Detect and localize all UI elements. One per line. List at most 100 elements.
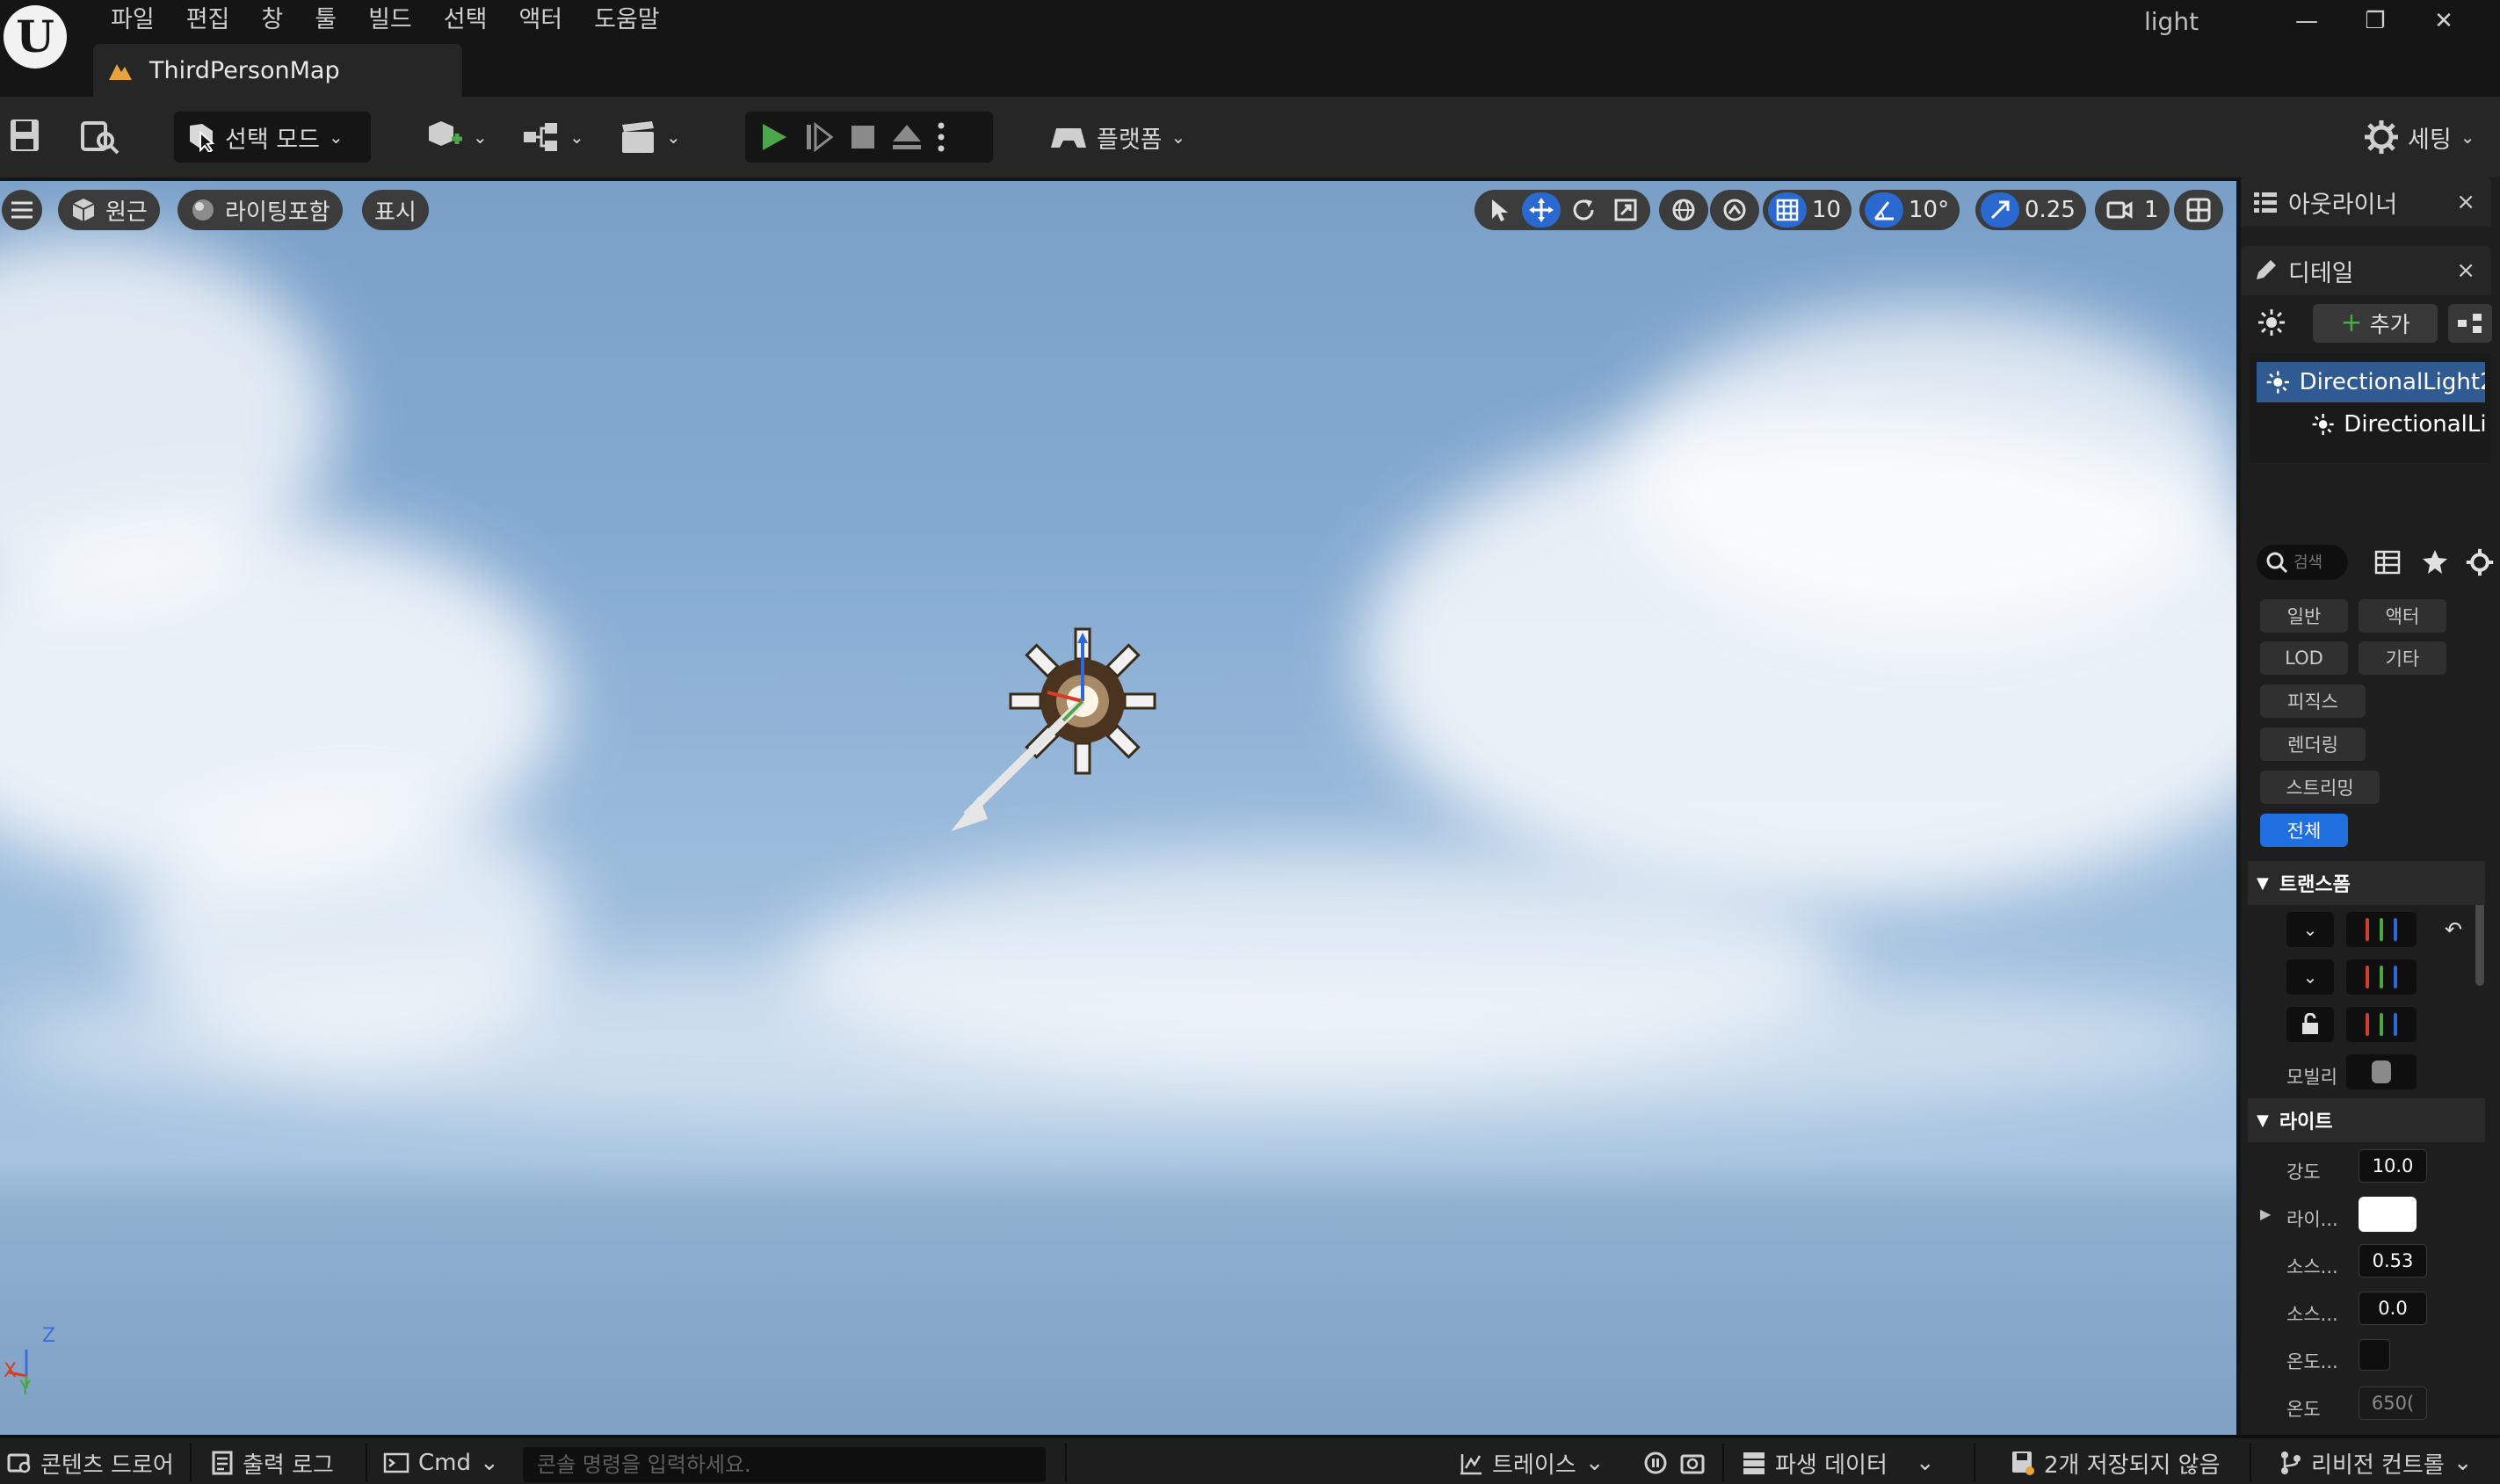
menu-build[interactable]: 빌드 bbox=[352, 0, 428, 44]
revision-control-dropdown[interactable]: 리비전 컨트롤 ⌄ bbox=[2272, 1442, 2480, 1484]
outliner-close-button[interactable]: × bbox=[2456, 189, 2475, 215]
location-xyz-fields[interactable] bbox=[2346, 912, 2417, 947]
console-command-input[interactable] bbox=[523, 1447, 1046, 1482]
screenshot-button[interactable] bbox=[1673, 1442, 1712, 1484]
blueprint-dropdown[interactable]: ⌄ bbox=[510, 112, 597, 163]
menu-file[interactable]: 파일 bbox=[95, 0, 170, 44]
translate-tool-button[interactable] bbox=[1522, 192, 1561, 228]
trace-dropdown[interactable]: 트레이스 ⌄ bbox=[1452, 1442, 1611, 1484]
world-local-toggle[interactable] bbox=[1659, 190, 1708, 230]
record-button[interactable] bbox=[1636, 1442, 1675, 1484]
camera-speed-control[interactable]: 1 bbox=[2095, 190, 2170, 230]
menu-tools[interactable]: 툴 bbox=[299, 0, 352, 44]
surface-snap-toggle[interactable] bbox=[1710, 190, 1759, 230]
unreal-logo-icon[interactable]: U bbox=[4, 5, 67, 69]
level-viewport[interactable]: 원근 라이팅포함 표시 10 10° 0.25 1 Z X Y bbox=[0, 181, 2236, 1435]
content-drawer-label: 콘텐츠 드로어 bbox=[40, 1451, 174, 1479]
scale-tool-button[interactable] bbox=[1606, 192, 1645, 228]
details-tab[interactable]: 디테일 × bbox=[2241, 246, 2491, 295]
scale-lock-toggle[interactable] bbox=[2286, 1007, 2334, 1042]
minimize-button[interactable]: — bbox=[2293, 8, 2320, 34]
star-icon[interactable] bbox=[2422, 548, 2448, 575]
filter-misc[interactable]: 기타 bbox=[2359, 641, 2446, 675]
grid-snap-control[interactable]: 10 bbox=[1763, 190, 1852, 230]
add-actor-dropdown[interactable]: ⌄ bbox=[413, 112, 500, 163]
light-color-swatch[interactable] bbox=[2359, 1197, 2417, 1232]
unsaved-assets-button[interactable]: 2개 저장되지 않음 bbox=[2004, 1442, 2228, 1484]
filter-lod[interactable]: LOD bbox=[2260, 641, 2348, 675]
filter-actor[interactable]: 액터 bbox=[2359, 599, 2446, 633]
map-tab-label: ThirdPersonMap bbox=[149, 56, 340, 84]
location-mode-dropdown[interactable]: ⌄ bbox=[2286, 912, 2334, 947]
filter-physics[interactable]: 피직스 bbox=[2260, 684, 2366, 718]
component-row-child[interactable]: DirectionalLig bbox=[2302, 404, 2487, 445]
revision-control-label: 리비전 컨트롤 bbox=[2311, 1451, 2445, 1479]
show-button[interactable]: 표시 bbox=[362, 190, 429, 230]
reset-arrow-icon[interactable]: ↶ bbox=[2445, 917, 2462, 942]
level-icon bbox=[109, 64, 132, 80]
viewport-layout-button[interactable] bbox=[2174, 190, 2223, 230]
close-window-button[interactable]: ✕ bbox=[2431, 8, 2457, 34]
grid-snap-value: 10 bbox=[1812, 197, 1842, 223]
map-tab[interactable]: ThirdPersonMap bbox=[93, 44, 462, 97]
advance-frame-icon[interactable] bbox=[803, 121, 835, 153]
select-mode-label: 선택 모드 bbox=[225, 126, 320, 154]
browse-icon[interactable] bbox=[81, 116, 120, 155]
viewport-menu-button[interactable] bbox=[2, 190, 42, 230]
more-options-icon[interactable] bbox=[937, 121, 946, 153]
select-mode-dropdown[interactable]: 선택 모드 ⌄ bbox=[174, 112, 371, 163]
platforms-label: 플랫폼 bbox=[1097, 126, 1163, 154]
rotation-mode-dropdown[interactable]: ⌄ bbox=[2286, 959, 2334, 995]
blueprint-convert-button[interactable] bbox=[2448, 304, 2492, 343]
view-mode-button[interactable]: 라이팅포함 bbox=[178, 190, 343, 230]
details-close-button[interactable]: × bbox=[2456, 257, 2475, 284]
table-view-icon[interactable] bbox=[2374, 550, 2401, 575]
intensity-field[interactable]: 10.0 bbox=[2359, 1149, 2427, 1183]
eject-icon[interactable] bbox=[891, 122, 923, 152]
search-input[interactable] bbox=[2293, 553, 2329, 572]
expand-arrow-icon[interactable]: ▶ bbox=[2260, 1205, 2271, 1222]
menu-actor[interactable]: 액터 bbox=[503, 0, 578, 44]
details-search-field[interactable] bbox=[2257, 545, 2348, 580]
output-log-button[interactable]: 출력 로그 bbox=[204, 1442, 341, 1484]
add-component-button[interactable]: + 추가 bbox=[2313, 304, 2438, 343]
settings-dropdown[interactable]: 세팅 ⌄ bbox=[2351, 112, 2487, 163]
menu-select[interactable]: 선택 bbox=[428, 0, 504, 44]
mobility-toggle[interactable] bbox=[2346, 1054, 2417, 1089]
content-drawer-button[interactable]: 콘텐츠 드로어 bbox=[0, 1442, 181, 1484]
transform-section-header[interactable]: ▼ 트랜스폼 bbox=[2248, 861, 2485, 905]
menu-help[interactable]: 도움말 bbox=[578, 0, 676, 44]
add-actor-icon bbox=[429, 121, 462, 146]
component-row-root[interactable]: DirectionalLight2 bbox=[2257, 362, 2485, 402]
derived-data-dropdown[interactable]: 파생 데이터 ⌄ bbox=[1735, 1442, 1942, 1484]
filter-all[interactable]: 전체 bbox=[2260, 814, 2348, 847]
save-icon[interactable] bbox=[9, 118, 40, 153]
select-tool-button[interactable] bbox=[1480, 192, 1518, 228]
cinematics-dropdown[interactable]: ⌄ bbox=[606, 112, 693, 163]
gear-icon[interactable] bbox=[2466, 548, 2494, 576]
platforms-dropdown[interactable]: 플랫폼 ⌄ bbox=[1037, 112, 1198, 163]
scale-xyz-fields[interactable] bbox=[2346, 1007, 2417, 1042]
temperature-field[interactable]: 650( bbox=[2359, 1386, 2427, 1420]
menu-edit[interactable]: 편집 bbox=[170, 0, 246, 44]
play-icon[interactable] bbox=[757, 121, 789, 153]
directional-light-gizmo[interactable] bbox=[931, 603, 1186, 849]
outliner-tab[interactable]: 아웃라이너 × bbox=[2241, 177, 2491, 227]
cmd-dropdown[interactable]: Cmd ⌄ bbox=[376, 1442, 506, 1484]
stop-icon[interactable] bbox=[849, 123, 877, 151]
filter-streaming[interactable]: 스트리밍 bbox=[2260, 771, 2380, 804]
filter-rendering[interactable]: 렌더링 bbox=[2260, 728, 2366, 761]
menu-window[interactable]: 창 bbox=[245, 0, 299, 44]
rotation-snap-control[interactable]: 10° bbox=[1859, 190, 1960, 230]
rotation-xyz-fields[interactable] bbox=[2346, 959, 2417, 995]
scale-snap-control[interactable]: 0.25 bbox=[1975, 190, 2086, 230]
source-angle-field[interactable]: 0.53 bbox=[2359, 1244, 2427, 1278]
filter-general[interactable]: 일반 bbox=[2260, 599, 2348, 633]
restore-button[interactable]: ❐ bbox=[2362, 8, 2388, 34]
source-soft-angle-field[interactable]: 0.0 bbox=[2359, 1292, 2427, 1325]
rotate-tool-button[interactable] bbox=[1564, 192, 1603, 228]
light-section-header[interactable]: ▼ 라이트 bbox=[2248, 1098, 2485, 1142]
perspective-button[interactable]: 원근 bbox=[58, 190, 160, 230]
use-temperature-checkbox[interactable] bbox=[2359, 1339, 2390, 1371]
cmd-label: Cmd bbox=[418, 1450, 471, 1476]
